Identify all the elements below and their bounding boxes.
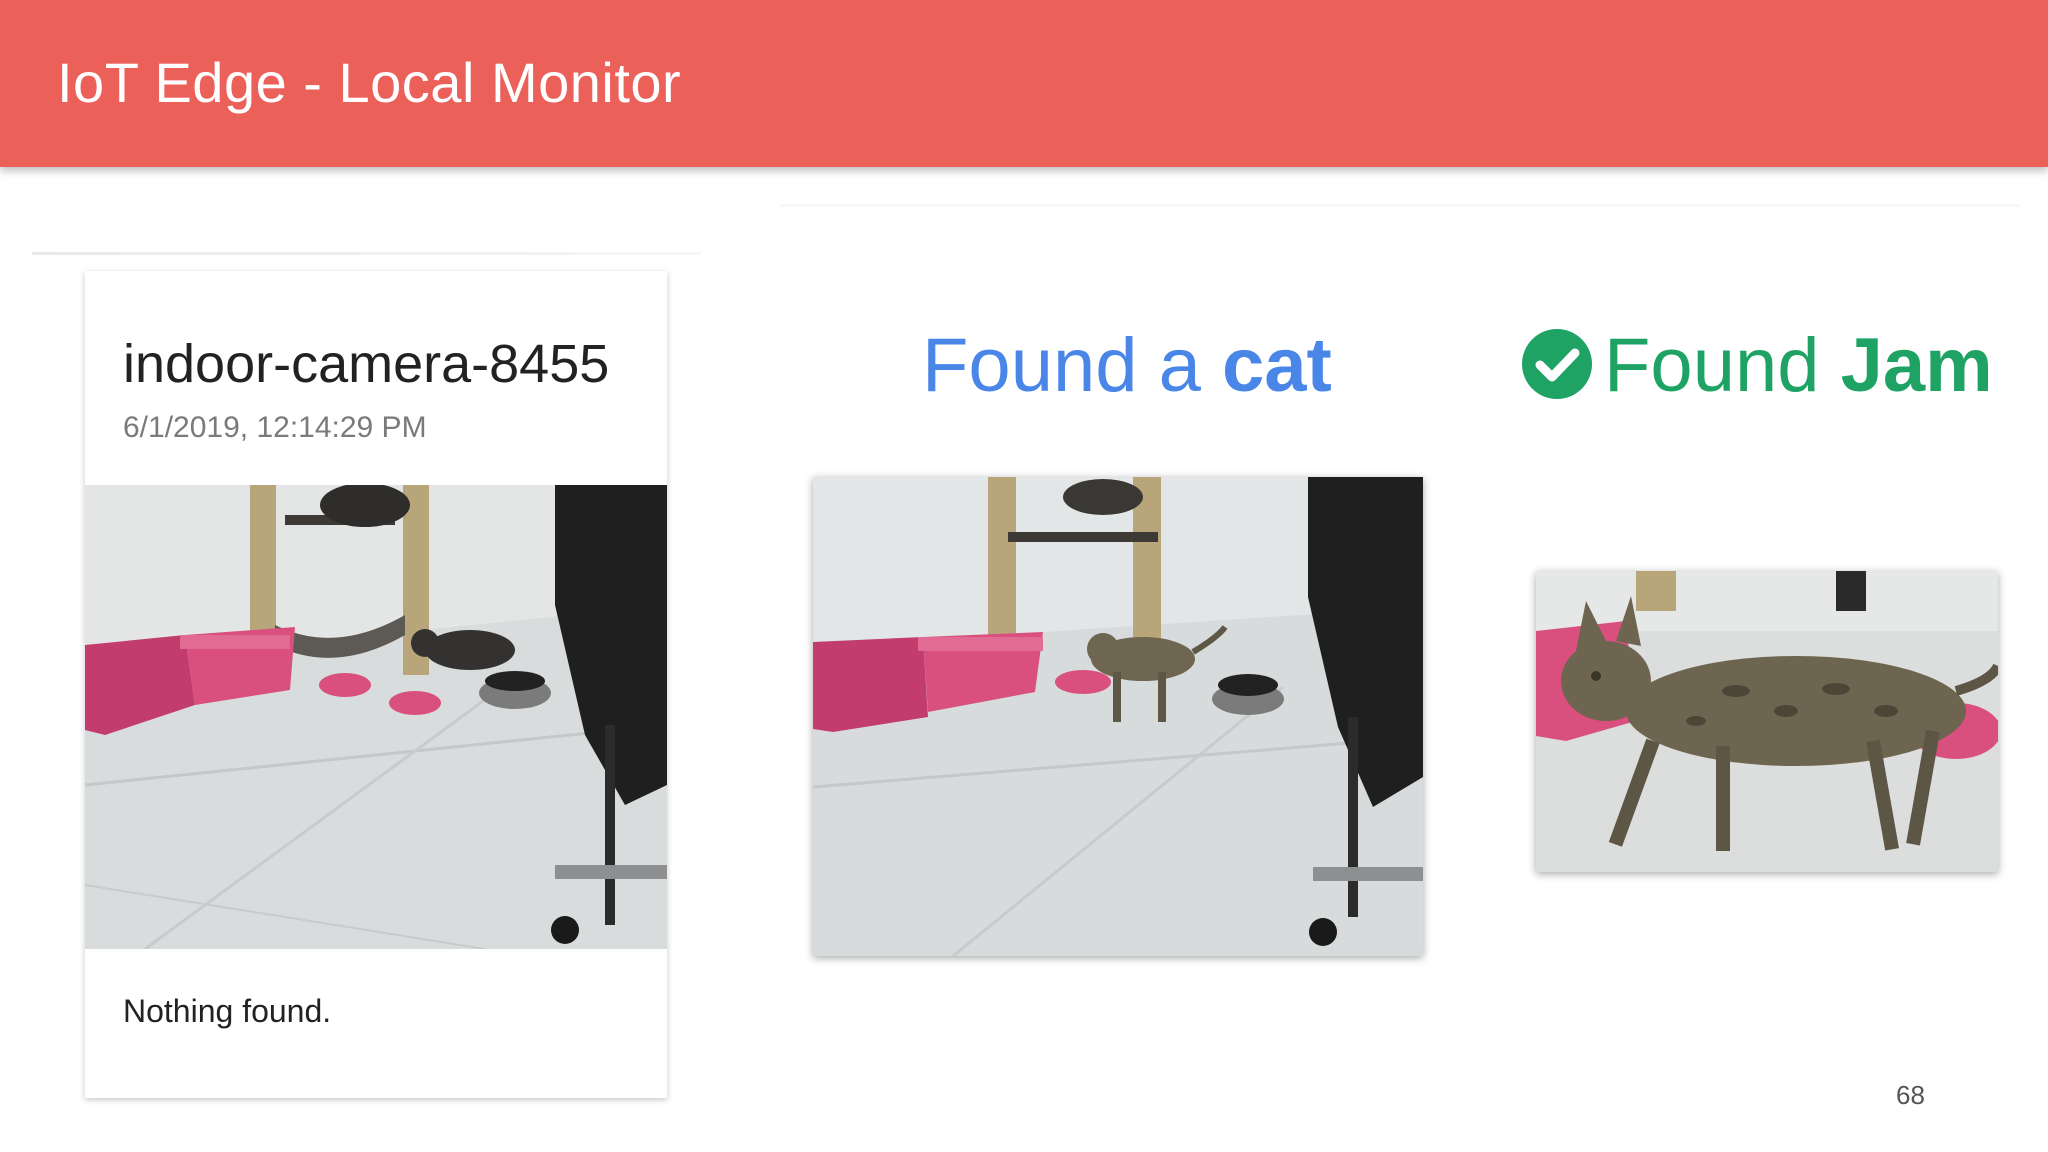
jam-detection-image xyxy=(1536,571,1998,872)
detection-heading-jam: Found Jam xyxy=(1522,320,1993,412)
app-title: IoT Edge - Local Monitor xyxy=(57,51,682,114)
check-circle-icon xyxy=(1522,329,1592,399)
camera-snapshot xyxy=(85,485,667,949)
detection-status: Nothing found. xyxy=(123,993,332,1029)
detection-prefix: Found xyxy=(1604,323,1841,408)
cat-detection-image xyxy=(813,477,1423,956)
detection-label: cat xyxy=(1222,323,1332,408)
detection-label: Jam xyxy=(1840,323,1993,408)
divider xyxy=(32,252,702,255)
slide-page-number: 68 xyxy=(1896,1080,1925,1110)
divider xyxy=(780,204,2020,207)
capture-timestamp: 6/1/2019, 12:14:29 PM xyxy=(123,411,427,444)
detection-heading-cat: Found a cat xyxy=(922,320,1332,412)
app-bar: IoT Edge - Local Monitor xyxy=(0,0,2048,167)
camera-card[interactable]: indoor-camera-8455 6/1/2019, 12:14:29 PM xyxy=(85,271,667,1098)
camera-name: indoor-camera-8455 xyxy=(123,334,610,394)
detection-prefix: Found a xyxy=(922,323,1222,408)
